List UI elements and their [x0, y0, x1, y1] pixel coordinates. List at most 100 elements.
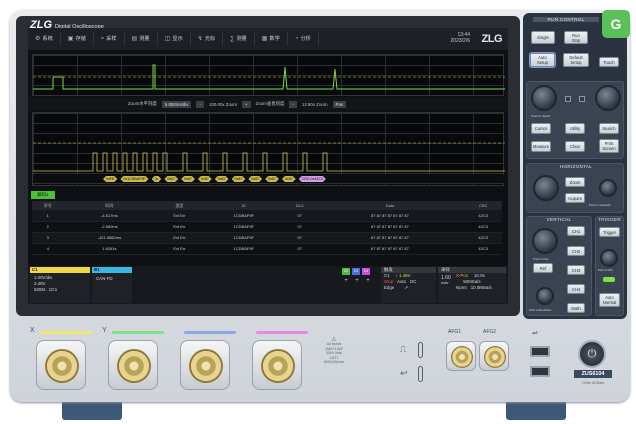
channel-tag-c2[interactable]: C2	[342, 268, 350, 275]
horizontal-position-knob[interactable]	[599, 179, 617, 197]
channel-2-bnc[interactable]	[108, 340, 158, 390]
usb-port-1[interactable]	[530, 346, 550, 357]
table-row[interactable]: 2 -2.669ms Ext Err 1CDBAF9F 07 87 87 87 87 87…	[32, 221, 502, 233]
multipurpose-knob-b[interactable]	[595, 85, 621, 111]
probe-comp-1[interactable]	[418, 342, 423, 358]
table-cell: 4	[32, 243, 64, 255]
afg2-connector[interactable]	[479, 341, 509, 371]
channel-tag-c3[interactable]: C3	[352, 268, 360, 275]
ch2-button[interactable]: CH2	[567, 246, 585, 256]
ch1-button[interactable]: CH1	[567, 226, 585, 236]
run-stop-button[interactable]: Run Stop	[564, 31, 588, 44]
default-setup-button[interactable]: Default Setup	[563, 53, 589, 67]
table-row[interactable]: 1 -4.517ms Ext Err 1CDBAF9F 07 87 87 87 87 87…	[32, 210, 502, 222]
toolbar-item-3[interactable]: ▤ 测量	[125, 32, 158, 46]
toolbar-item-4[interactable]: ◫ 显示	[158, 32, 191, 46]
ch3-button[interactable]: CH3	[567, 265, 585, 275]
table-cell: 42C3	[464, 210, 502, 222]
toolbar-item-2[interactable]: ≈ 采样	[94, 32, 125, 46]
toolbar-item-0[interactable]: ⚙ 系统	[28, 32, 61, 46]
ch4-button[interactable]: CH4	[567, 284, 585, 294]
table-cell: 87 87 87 87 87 87 87	[315, 232, 465, 244]
probe-comp-2[interactable]	[418, 366, 423, 382]
auto-normal-button[interactable]: Auto Normal	[599, 293, 620, 307]
screen-logo: ZLG	[481, 33, 503, 45]
zoom-minus-button[interactable]: -	[196, 100, 204, 108]
afg1-connector[interactable]	[446, 341, 476, 371]
touch-button[interactable]: Touch	[599, 57, 619, 67]
channel-4-bnc[interactable]	[252, 340, 302, 390]
trigger-level-knob[interactable]	[600, 249, 618, 267]
toolbar-item-8[interactable]: ◔ 分析	[288, 32, 319, 46]
horizontal-header: HORIZONTAL	[559, 164, 593, 169]
ref-button[interactable]: Ref	[533, 263, 553, 273]
add-c3-button[interactable]: +	[353, 278, 361, 284]
usb-port-2[interactable]	[530, 366, 550, 377]
warning-line: 800V(Ω)max	[323, 360, 345, 365]
zoom-button[interactable]: Zoom	[565, 177, 585, 187]
table-header-cell[interactable]: Data	[315, 201, 465, 210]
zoom-plus-button[interactable]: +	[242, 100, 251, 108]
table-header-cell[interactable]: 类型	[155, 201, 204, 210]
save-icon: ▣	[67, 36, 74, 42]
acquire-button[interactable]: Acquire	[565, 193, 585, 203]
vertical-position-knob[interactable]	[536, 287, 554, 305]
table-header-cell[interactable]: DLC	[284, 201, 316, 210]
trigger-coupling: DC	[410, 279, 417, 284]
channel-tag-c4[interactable]: C4	[362, 268, 370, 275]
vertical-scale-knob[interactable]	[532, 228, 558, 254]
add-c2-button[interactable]: +	[342, 278, 350, 284]
bnc-ring	[189, 349, 223, 383]
trigger-type: Edge	[384, 285, 395, 290]
overview-waveform[interactable]	[32, 54, 505, 96]
cursor-button[interactable]: Cursor	[531, 123, 551, 134]
push-select-label: Push to Select	[531, 114, 551, 118]
math-button[interactable]: Math	[567, 303, 585, 313]
trigger-status[interactable]: 触发 C1 ↑ 1.48V Stop Auto DC Edge ↗	[381, 267, 436, 303]
bus1-status[interactable]: B1 CAN-FD	[92, 267, 132, 303]
acquire-status[interactable]: 采样 1.60 s/div X-Pos 10.0s 50MSa/s Norm 10.…	[438, 267, 506, 303]
decode-frames: 0xFE 0x1CDBAF9F 0x 0x07 0x87 0x87 0x87 0x87 0x87…	[103, 176, 326, 182]
horizontal-scale-knob[interactable]	[533, 175, 559, 201]
zoom-v-minus-button[interactable]: -	[289, 100, 297, 108]
toolbar-item-5[interactable]: ↯ 光标	[191, 32, 224, 46]
multipurpose-knob-a[interactable]	[531, 85, 557, 111]
table-row[interactable]: 3 -421.5882ms Ext Err 1CDBAF9F 07 87 87 87 87…	[32, 232, 502, 244]
table-cell: -2.669ms	[63, 221, 156, 233]
trigger-button[interactable]: Trigger	[599, 227, 620, 237]
ch1-status[interactable]: C1 1.00V/div 2.48V 500M . 10:1	[30, 267, 90, 303]
measure-button[interactable]: Measure	[531, 141, 551, 152]
table-header-cell[interactable]: ID	[203, 201, 284, 210]
table-header-cell[interactable]: 序号	[32, 201, 64, 210]
channel-input-label: X	[30, 327, 35, 334]
table-header-cell[interactable]: CRC	[464, 201, 502, 210]
display-icon: ◫	[164, 36, 171, 42]
toolbar-item-1[interactable]: ▣ 存储	[61, 32, 94, 46]
bnc-ring	[117, 349, 151, 383]
clear-button[interactable]: Clear	[565, 141, 585, 152]
table-header-cell[interactable]: 时间	[63, 201, 156, 210]
toolbar-item-7[interactable]: ▦ 数学	[255, 32, 288, 46]
search-button[interactable]: Search	[599, 123, 619, 134]
push-zero-label: Push to Zero/Reset	[529, 309, 552, 312]
decode-tag[interactable]: 解码1	[31, 191, 55, 199]
scope-screen[interactable]: ⚙ 系统 ▣ 存储 ≈ 采样 ▤ 测量 ◫ 显示 ↯ 光标 ∑ 测量 ▦ 数学 ◔ 分析 13:44 2023/2…	[28, 28, 508, 304]
bnc-ring	[45, 349, 79, 383]
afg2-label: AFG2	[483, 329, 497, 335]
add-c4-button[interactable]: +	[364, 278, 372, 284]
zoom-h-value[interactable]: 5.000ms/div	[161, 100, 192, 108]
power-button[interactable]: ⏻	[578, 340, 606, 368]
zoom-waveform[interactable]: 0xFE 0x1CDBAF9F 0x 0x07 0x87 0x87 0x87 0x87 0x87…	[32, 112, 505, 186]
print-screen-button[interactable]: Print Screen	[599, 139, 619, 153]
table-cell: 07	[284, 210, 316, 222]
toolbar-item-6[interactable]: ∑ 测量	[223, 32, 255, 46]
table-row[interactable]: 4 1.6261s Ext Err 1CDBAF9F 07 87 87 87 87 87 …	[32, 243, 502, 255]
utility-button[interactable]: Utility	[565, 123, 585, 134]
zoom-bar: Zoom水平刻度 5.000ms/div - 100.00x Zoom + Zo…	[28, 98, 508, 110]
channel-1-bnc[interactable]	[36, 340, 86, 390]
auto-setup-button[interactable]: Auto Setup	[529, 52, 556, 68]
channel-3-bnc[interactable]	[180, 340, 230, 390]
zoom-pos-button[interactable]: Pos	[332, 100, 347, 108]
afg1-label: AFG1	[448, 329, 462, 335]
single-button[interactable]: Single	[531, 31, 555, 44]
